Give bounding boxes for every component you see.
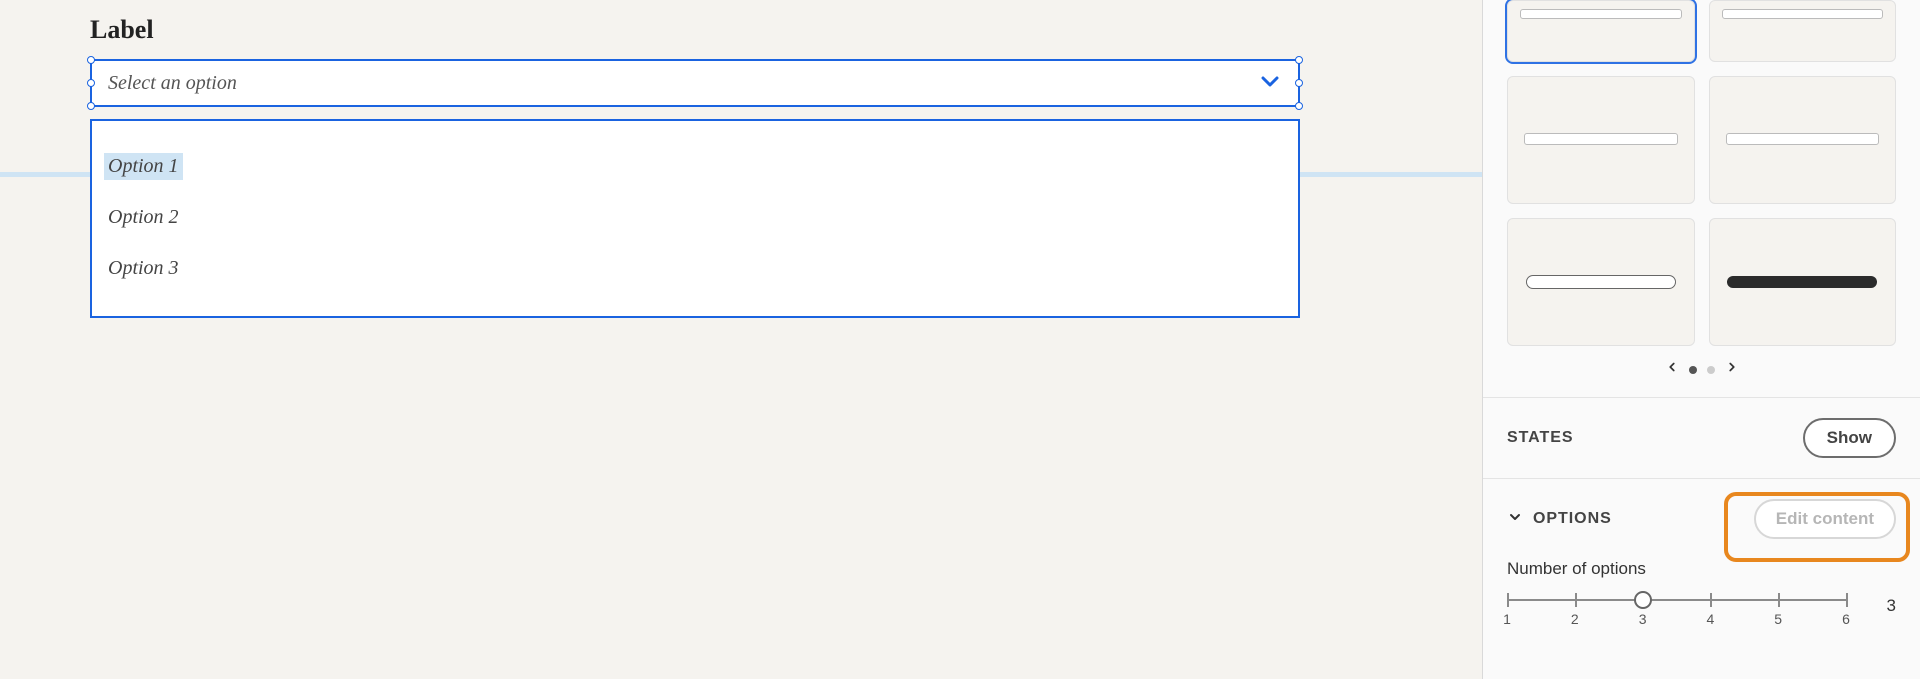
pager-dot[interactable] [1707, 366, 1715, 374]
section-title-states: STATES [1507, 429, 1574, 447]
slider-value: 3 [1876, 596, 1896, 616]
tick-label: 5 [1774, 611, 1782, 627]
dropdown-component[interactable]: Label Select an option Option 1 Option 2… [90, 15, 1300, 318]
design-canvas[interactable]: Label Select an option Option 1 Option 2… [0, 0, 1482, 679]
variant-card[interactable] [1709, 76, 1897, 204]
tick-label: 1 [1503, 611, 1511, 627]
tick-label: 2 [1571, 611, 1579, 627]
select-placeholder: Select an option [108, 72, 237, 95]
section-title-options: OPTIONS [1533, 510, 1612, 528]
variant-card[interactable] [1507, 0, 1695, 62]
resize-handle[interactable] [1295, 79, 1303, 87]
chevron-down-icon[interactable] [1507, 509, 1523, 530]
slider-thumb[interactable] [1634, 591, 1652, 609]
field-label: Label [90, 15, 1300, 45]
options-slider[interactable]: 1 2 3 4 5 6 [1507, 591, 1846, 621]
select-trigger[interactable]: Select an option [90, 59, 1300, 107]
tick-label: 3 [1639, 611, 1647, 627]
pager-prev-icon[interactable] [1665, 360, 1679, 379]
option-item[interactable]: Option 1 [104, 153, 183, 180]
pager-dot[interactable] [1689, 366, 1697, 374]
resize-handle[interactable] [87, 56, 95, 64]
chevron-down-icon [1258, 69, 1282, 98]
variant-card[interactable] [1507, 218, 1695, 346]
edit-content-button[interactable]: Edit content [1754, 499, 1896, 539]
states-section: STATES Show [1483, 398, 1920, 479]
variant-card[interactable] [1709, 218, 1897, 346]
option-item[interactable]: Option 2 [104, 192, 1286, 243]
number-of-options-control: Number of options 1 2 3 4 5 6 3 [1483, 559, 1920, 621]
variant-card[interactable] [1507, 76, 1695, 204]
tick-label: 4 [1706, 611, 1714, 627]
resize-handle[interactable] [87, 79, 95, 87]
option-item[interactable]: Option 3 [104, 243, 1286, 294]
pager-next-icon[interactable] [1725, 360, 1739, 379]
show-button[interactable]: Show [1803, 418, 1896, 458]
resize-handle[interactable] [87, 102, 95, 110]
resize-handle[interactable] [1295, 56, 1303, 64]
number-of-options-label: Number of options [1507, 559, 1896, 579]
options-panel[interactable]: Option 1 Option 2 Option 3 [90, 119, 1300, 318]
resize-handle[interactable] [1295, 102, 1303, 110]
properties-panel: STATES Show OPTIONS Edit content Number … [1482, 0, 1920, 679]
variants-grid [1483, 0, 1920, 346]
options-section: OPTIONS Edit content [1483, 479, 1920, 559]
variant-card[interactable] [1709, 0, 1897, 62]
tick-label: 6 [1842, 611, 1850, 627]
variant-pager [1483, 346, 1920, 398]
